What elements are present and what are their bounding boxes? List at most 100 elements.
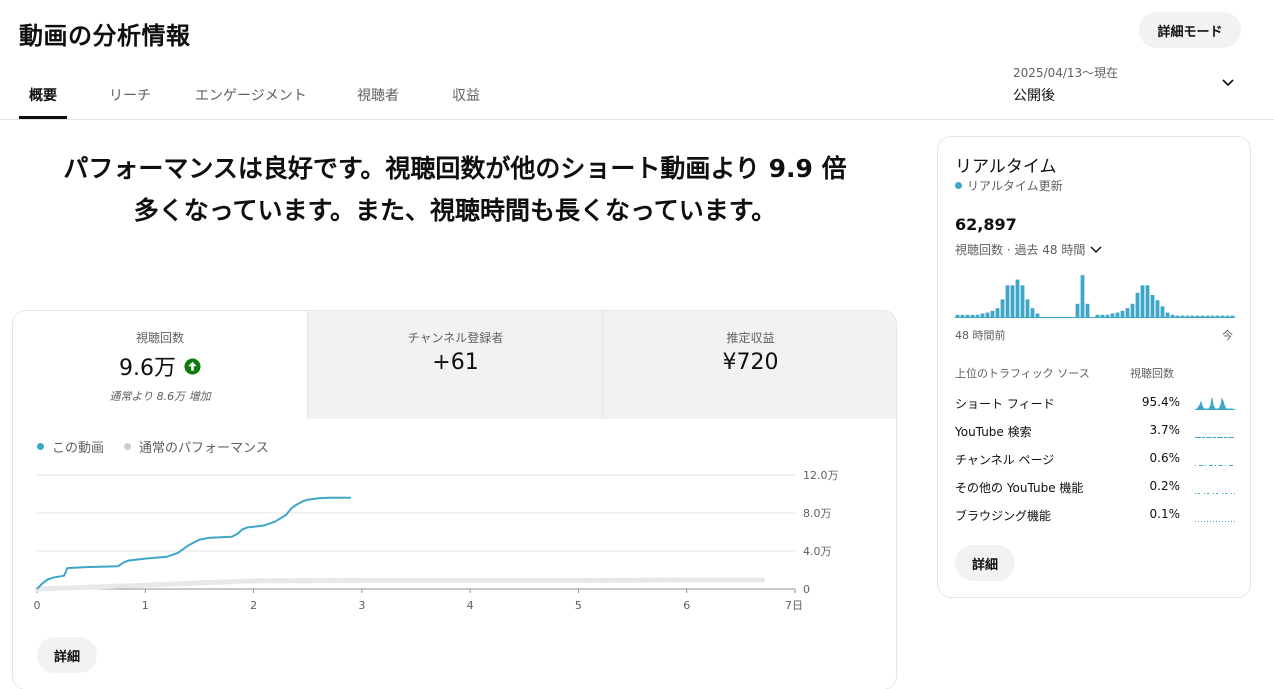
realtime-bar bbox=[955, 314, 960, 317]
traffic-sparkline bbox=[1195, 521, 1235, 522]
realtime-bar bbox=[985, 312, 990, 317]
realtime-bar bbox=[1000, 299, 1005, 317]
traffic-source-name: ブラウジング機能 bbox=[955, 509, 1052, 523]
tab-revenue[interactable]: 収益 bbox=[452, 85, 480, 105]
traffic-source-row: YouTube 検索 3.7% bbox=[955, 421, 1235, 441]
series-this-video bbox=[36, 496, 352, 590]
traffic-source-row: その他の YouTube 機能 0.2% bbox=[955, 477, 1235, 497]
realtime-bar bbox=[1105, 314, 1110, 317]
realtime-bar bbox=[975, 314, 980, 317]
page-title: 動画の分析情報 bbox=[19, 22, 191, 50]
realtime-bar bbox=[1230, 315, 1235, 317]
y-tick-label: 4.0万 bbox=[803, 545, 832, 558]
realtime-bar bbox=[1185, 315, 1190, 317]
x-tick-label: 6 bbox=[683, 599, 690, 612]
realtime-bar bbox=[1025, 299, 1030, 317]
realtime-bar bbox=[1170, 314, 1175, 317]
realtime-bar bbox=[995, 308, 1000, 317]
realtime-bar bbox=[965, 314, 970, 317]
realtime-bar bbox=[1165, 312, 1170, 317]
traffic-source-name: チャンネル ページ bbox=[955, 453, 1055, 467]
date-range-label: 公開後 bbox=[1013, 88, 1055, 104]
traffic-source-header: 上位のトラフィック ソース bbox=[955, 367, 1090, 380]
tab-overview[interactable]: 概要 bbox=[29, 85, 57, 105]
realtime-bar bbox=[1015, 279, 1020, 317]
realtime-bar bbox=[1095, 314, 1100, 317]
x-tick-label: 4 bbox=[467, 599, 474, 612]
y-tick-label: 0 bbox=[803, 583, 810, 596]
overview-card: 視聴回数 9.6万 通常より 8.6万 増加 チャンネル登録者 +61 推定収益… bbox=[12, 310, 897, 689]
realtime-bar bbox=[1130, 303, 1135, 317]
realtime-bar bbox=[1135, 292, 1140, 317]
series-typical-performance bbox=[34, 577, 766, 592]
realtime-bar bbox=[1085, 303, 1090, 317]
realtime-bar bbox=[1220, 315, 1225, 317]
x-tick-label: 7日 bbox=[785, 599, 803, 612]
traffic-source-pct: 0.1% bbox=[1149, 507, 1181, 521]
traffic-source-name: ショート フィード bbox=[955, 397, 1055, 411]
x-tick-label: 2 bbox=[250, 599, 257, 612]
realtime-bar bbox=[1140, 285, 1145, 317]
realtime-bar bbox=[1075, 303, 1080, 317]
realtime-bar bbox=[1125, 308, 1130, 317]
y-tick-label: 12.0万 bbox=[803, 469, 839, 482]
realtime-bar bbox=[1010, 285, 1015, 317]
realtime-card: リアルタイム リアルタイム更新 62,897 視聴回数 · 過去 48 時間 4… bbox=[937, 136, 1251, 598]
x-tick-label: 3 bbox=[358, 599, 365, 612]
traffic-views-header: 視聴回数 bbox=[1130, 367, 1174, 380]
realtime-bar bbox=[1100, 314, 1105, 317]
realtime-bar bbox=[1215, 315, 1220, 317]
realtime-bar bbox=[1080, 275, 1085, 317]
realtime-bar bbox=[1115, 312, 1120, 317]
x-tick-label: 0 bbox=[34, 599, 41, 612]
tab-audience[interactable]: 視聴者 bbox=[357, 85, 399, 105]
tab-reach[interactable]: リーチ bbox=[109, 85, 151, 105]
realtime-bar bbox=[990, 310, 995, 317]
realtime-bar bbox=[1120, 310, 1125, 317]
traffic-source-name: YouTube 検索 bbox=[955, 425, 1032, 439]
overview-details-button[interactable]: 詳細 bbox=[37, 637, 98, 673]
tabs-divider bbox=[0, 119, 1274, 120]
chevron-down-icon bbox=[1222, 79, 1234, 87]
traffic-source-row: チャンネル ページ 0.6% bbox=[955, 449, 1235, 469]
realtime-bar bbox=[1175, 315, 1180, 317]
tab-engagement[interactable]: エンゲージメント bbox=[195, 85, 307, 105]
realtime-bar bbox=[1150, 295, 1155, 317]
realtime-bar bbox=[1195, 315, 1200, 317]
realtime-bar bbox=[1205, 315, 1210, 317]
traffic-source-pct: 0.6% bbox=[1149, 451, 1181, 465]
realtime-bar bbox=[1180, 315, 1185, 317]
realtime-bar bbox=[1160, 306, 1165, 317]
x-tick-label: 5 bbox=[575, 599, 582, 612]
date-range-selector[interactable]: 2025/04/13〜現在 公開後 bbox=[1013, 64, 1243, 104]
realtime-bar bbox=[1035, 313, 1040, 317]
realtime-bar bbox=[1110, 313, 1115, 317]
realtime-bar bbox=[1005, 285, 1010, 317]
realtime-axis-start: 48 時間前 bbox=[955, 329, 1006, 342]
realtime-details-button[interactable]: 詳細 bbox=[955, 545, 1016, 581]
realtime-bar bbox=[1020, 285, 1025, 317]
traffic-sparkline bbox=[1195, 397, 1235, 410]
realtime-bar bbox=[970, 314, 975, 317]
traffic-sparkline bbox=[1195, 437, 1235, 438]
realtime-bar bbox=[1200, 315, 1205, 317]
traffic-source-name: その他の YouTube 機能 bbox=[955, 481, 1084, 495]
traffic-sparkline bbox=[1195, 493, 1235, 494]
views-line-chart: 0 4.0万 8.0万 12.0万 0 1 2 3 4 5 6 7日 bbox=[34, 469, 839, 612]
x-tick-label: 1 bbox=[142, 599, 149, 612]
realtime-bar bbox=[1225, 315, 1230, 317]
performance-headline: パフォーマンスは良好です。視聴回数が他のショート動画より 9.9 倍多くなってい… bbox=[63, 154, 847, 225]
realtime-bar bbox=[1145, 285, 1150, 317]
traffic-source-row: ブラウジング機能 0.1% bbox=[955, 505, 1235, 525]
realtime-axis-end: 今 bbox=[1222, 329, 1233, 342]
realtime-bar bbox=[980, 313, 985, 317]
date-range-dates: 2025/04/13〜現在 bbox=[1013, 66, 1119, 80]
y-tick-label: 8.0万 bbox=[803, 507, 832, 520]
traffic-source-pct: 3.7% bbox=[1149, 423, 1181, 437]
realtime-bar bbox=[1210, 315, 1215, 317]
advanced-mode-button[interactable]: 詳細モード bbox=[1139, 12, 1241, 48]
traffic-source-row: ショート フィード 95.4% bbox=[955, 393, 1235, 413]
traffic-sparkline bbox=[1195, 465, 1235, 466]
realtime-bar bbox=[960, 314, 965, 317]
realtime-bar bbox=[1190, 315, 1195, 317]
